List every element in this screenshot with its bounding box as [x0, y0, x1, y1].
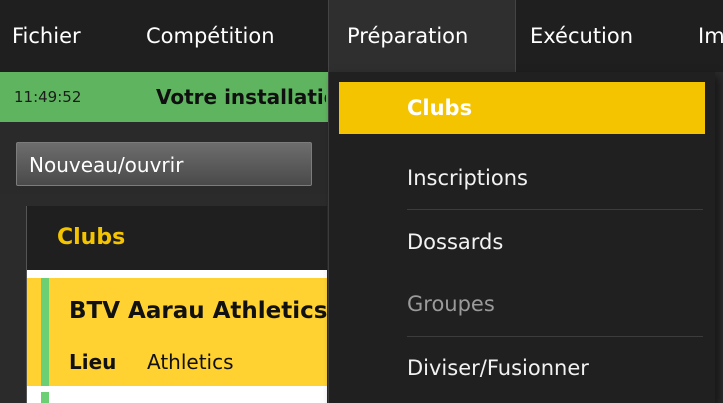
menu-bar: Fichier Compétition Préparation Exécutio… [0, 0, 723, 72]
panel-header: Clubs [27, 206, 327, 270]
menu-item-clubs[interactable]: Clubs [339, 82, 705, 134]
menu-execution[interactable]: Exécution [530, 0, 633, 72]
club-row-selected[interactable]: BTV Aarau Athletics Lieu Athletics [27, 278, 327, 386]
menu-item-inscriptions[interactable]: Inscriptions [339, 152, 705, 204]
menu-item-diviser-fusionner[interactable]: Diviser/Fusionner [339, 342, 705, 394]
new-open-button[interactable]: Nouveau/ouvrir [16, 142, 312, 186]
menu-preparation[interactable]: Préparation [328, 0, 516, 72]
location-value: Athletics [147, 350, 234, 374]
menu-im[interactable]: Im [698, 0, 723, 72]
menu-item-dossards[interactable]: Dossards [339, 216, 705, 268]
club-name: BTV Aarau Athletics [69, 298, 328, 324]
menu-separator [407, 336, 703, 337]
location-label: Lieu [69, 350, 117, 374]
row-marker [41, 278, 49, 386]
menu-item-groupes: Groupes [407, 292, 495, 316]
clubs-panel: Clubs BTV Aarau Athletics Lieu Athletics [26, 206, 327, 403]
menu-separator [407, 209, 703, 210]
status-time: 11:49:52 [14, 88, 82, 106]
status-message: Votre installation [156, 85, 326, 109]
next-row-marker [41, 392, 49, 403]
preparation-dropdown: Clubs Inscriptions Dossards Groupes Divi… [328, 72, 715, 403]
menu-competition[interactable]: Compétition [146, 0, 275, 72]
menu-fichier[interactable]: Fichier [12, 0, 81, 72]
toolbar: Nouveau/ouvrir [0, 122, 330, 194]
status-bar: 11:49:52 Votre installation [0, 72, 330, 122]
panel-title: Clubs [57, 225, 126, 250]
